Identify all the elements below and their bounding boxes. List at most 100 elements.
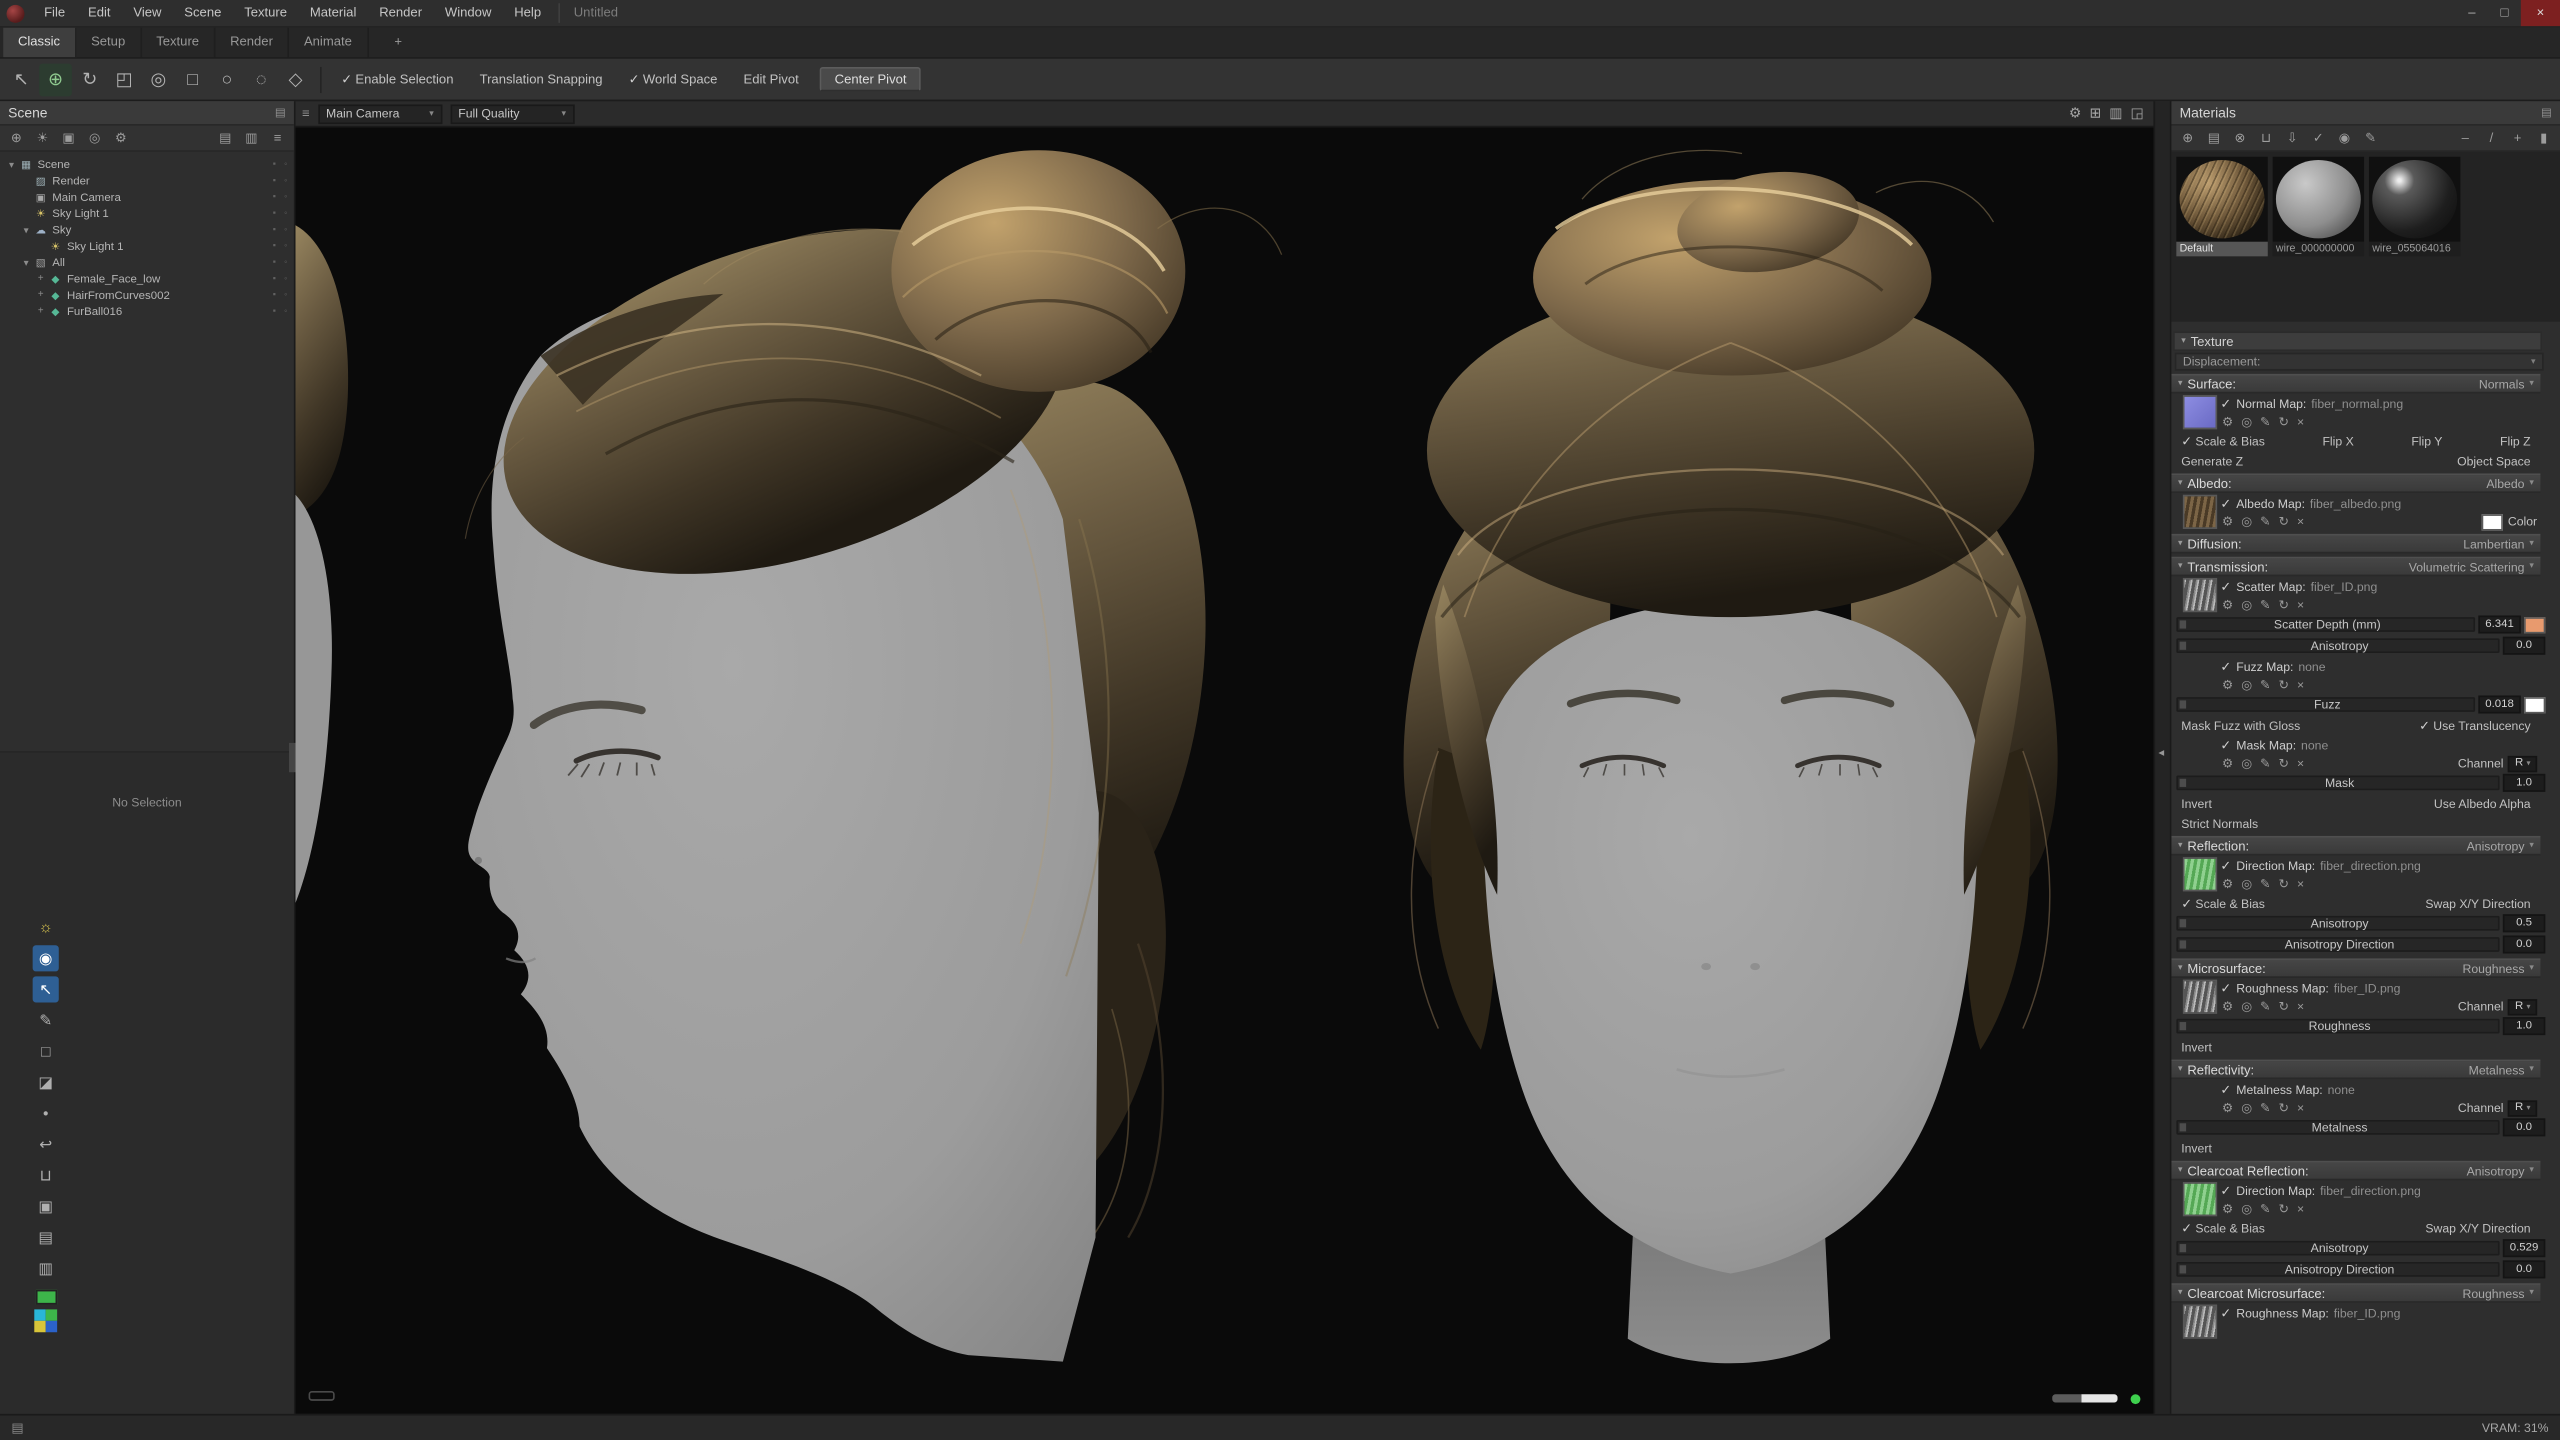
toggle-swap-x-y-direction[interactable]: Swap X/Y Direction bbox=[2425, 896, 2530, 911]
expander-icon[interactable]: + bbox=[34, 274, 47, 284]
section-reflectivity[interactable]: ▾Reflectivity:Metalness▾ bbox=[2171, 1060, 2540, 1080]
material-thumb-wire-055064016[interactable]: wire_055064016 bbox=[2369, 157, 2460, 257]
apply-icon[interactable]: ✓ bbox=[2307, 131, 2330, 146]
settings-icon[interactable]: ⚙ bbox=[2222, 1202, 2233, 1217]
visibility-icon[interactable]: ◦ bbox=[284, 160, 287, 170]
settings-icon[interactable]: ⚙ bbox=[2222, 756, 2233, 771]
delete-icon[interactable]: ⊔ bbox=[33, 1162, 59, 1188]
section-clearcoat-reflection[interactable]: ▾Clearcoat Reflection:Anisotropy▾ bbox=[2171, 1161, 2540, 1181]
map-filename[interactable]: fiber_ID.png bbox=[2334, 1305, 2401, 1320]
color-swatch[interactable] bbox=[2524, 616, 2545, 632]
reload-icon[interactable]: ↻ bbox=[2278, 877, 2288, 892]
mode-select[interactable]: Lambertian▾ bbox=[2463, 536, 2534, 551]
point-icon[interactable]: • bbox=[33, 1100, 59, 1126]
translate-tool-icon[interactable]: ⊕ bbox=[39, 63, 72, 96]
tree-item-main-camera[interactable]: ▣ Main Camera ▪◦ bbox=[0, 189, 294, 205]
new-folder-icon[interactable]: ▤ bbox=[2202, 131, 2225, 146]
slider-value[interactable]: 0.5 bbox=[2503, 914, 2545, 932]
mode-select[interactable]: Volumetric Scattering▾ bbox=[2409, 559, 2534, 574]
toggle-use-translucency[interactable]: ✓Use Translucency bbox=[2419, 718, 2531, 733]
marquee-ellipse-tool-icon[interactable]: ○ bbox=[211, 63, 244, 96]
minimize-button[interactable]: – bbox=[2456, 0, 2489, 26]
tab-texture[interactable]: Texture bbox=[142, 28, 216, 57]
visibility-icon[interactable]: ◦ bbox=[284, 291, 287, 301]
edit-icon[interactable]: ✎ bbox=[2260, 1202, 2270, 1217]
clear-icon[interactable]: × bbox=[2297, 514, 2304, 529]
tree-item-all[interactable]: ▾ ▧ All ▪◦ bbox=[0, 255, 294, 271]
center-pivot-button[interactable]: Center Pivot bbox=[820, 67, 921, 91]
tree-item-furball016[interactable]: + ◆ FurBall016 ▪◦ bbox=[0, 304, 294, 320]
locate-icon[interactable]: ◎ bbox=[2241, 877, 2252, 892]
clear-icon[interactable]: × bbox=[2297, 415, 2304, 430]
palette-color[interactable] bbox=[46, 1321, 57, 1332]
mode-select[interactable]: Normals▾ bbox=[2479, 376, 2534, 391]
slider-track[interactable]: Metalness bbox=[2176, 1117, 2503, 1138]
zoom-in-icon[interactable]: + bbox=[2506, 131, 2529, 146]
settings-icon[interactable]: ⚙ bbox=[2222, 678, 2233, 693]
edit-pivot-toggle[interactable]: Edit Pivot bbox=[732, 72, 810, 87]
toggle-object-space[interactable]: Object Space bbox=[2457, 453, 2531, 468]
lasso-tool-icon[interactable]: ◌ bbox=[245, 63, 278, 96]
paint-icon[interactable]: ✎ bbox=[2359, 131, 2382, 146]
settings-icon[interactable]: ⚙ bbox=[2222, 514, 2233, 529]
slider-value[interactable]: 0.0 bbox=[2503, 1260, 2545, 1278]
palette-color[interactable] bbox=[46, 1309, 57, 1320]
visibility-icon[interactable]: ◦ bbox=[284, 307, 287, 317]
visibility-icon[interactable]: ◦ bbox=[284, 176, 287, 186]
slider-value[interactable]: 0.018 bbox=[2478, 696, 2520, 714]
locate-icon[interactable]: ◎ bbox=[2241, 514, 2252, 529]
visibility-icon[interactable]: ◦ bbox=[284, 274, 287, 284]
render-settings-icon[interactable]: ⚙ bbox=[2069, 104, 2081, 122]
texture-thumbnail[interactable] bbox=[2183, 857, 2217, 891]
expander-icon[interactable]: + bbox=[34, 307, 47, 317]
edit-icon[interactable]: ✎ bbox=[2260, 415, 2270, 430]
toggle-invert[interactable]: Invert bbox=[2181, 1140, 2212, 1155]
section-clearcoat-microsurface[interactable]: ▾Clearcoat Microsurface:Roughness▾ bbox=[2171, 1283, 2540, 1303]
settings-icon[interactable]: ⚙ bbox=[109, 131, 132, 146]
expander-icon[interactable]: ▾ bbox=[20, 224, 33, 235]
locate-icon[interactable]: ◎ bbox=[2241, 1202, 2252, 1217]
mode-select[interactable]: Anisotropy▾ bbox=[2467, 1163, 2534, 1178]
menu-render[interactable]: Render bbox=[368, 0, 434, 26]
marquee-rect-tool-icon[interactable]: □ bbox=[176, 63, 209, 96]
clear-icon[interactable]: × bbox=[2297, 1100, 2304, 1115]
add-object-icon[interactable]: ⊕ bbox=[5, 131, 28, 146]
texture-thumbnail[interactable] bbox=[2183, 578, 2217, 612]
group-icon[interactable]: ▥ bbox=[240, 131, 263, 146]
toggle-scale-bias[interactable]: ✓Scale & Bias bbox=[2181, 433, 2265, 448]
tree-item-scene[interactable]: ▾ ▦ Scene ▪◦ bbox=[0, 157, 294, 173]
new-material-icon[interactable]: ⊕ bbox=[2176, 131, 2199, 146]
section-transmission[interactable]: ▾Transmission:Volumetric Scattering▾ bbox=[2171, 557, 2540, 577]
lock-icon[interactable]: ▪ bbox=[273, 193, 276, 203]
check-icon[interactable]: ✓ bbox=[2220, 1183, 2231, 1198]
lock-icon[interactable]: ▪ bbox=[273, 258, 276, 268]
map-filename[interactable]: fiber_direction.png bbox=[2320, 858, 2421, 873]
timeline-toggle[interactable] bbox=[309, 1391, 335, 1401]
light-icon[interactable]: ☼ bbox=[33, 914, 59, 940]
palette-color[interactable] bbox=[34, 1309, 45, 1320]
menu-material[interactable]: Material bbox=[298, 0, 367, 26]
section-microsurface[interactable]: ▾Microsurface:Roughness▾ bbox=[2171, 958, 2540, 978]
mode-select[interactable]: Roughness▾ bbox=[2463, 1286, 2534, 1301]
toggle-flip-x[interactable]: Flip X bbox=[2322, 433, 2353, 448]
tab-render[interactable]: Render bbox=[215, 28, 289, 57]
channel-select[interactable]: R▾ bbox=[2508, 755, 2537, 771]
visibility-icon[interactable]: ◦ bbox=[284, 209, 287, 219]
toggle-mask-fuzz-with-gloss[interactable]: Mask Fuzz with Gloss bbox=[2181, 718, 2300, 733]
channel-select[interactable]: R▾ bbox=[2508, 998, 2537, 1014]
settings-icon[interactable]: ⚙ bbox=[2222, 999, 2233, 1014]
expander-icon[interactable]: + bbox=[34, 291, 47, 301]
paint-brush-icon[interactable]: ✎ bbox=[33, 1007, 59, 1033]
tab-setup[interactable]: Setup bbox=[76, 28, 141, 57]
visibility-icon[interactable]: ◦ bbox=[284, 225, 287, 235]
slider-value[interactable]: 0.0 bbox=[2503, 936, 2545, 954]
reload-icon[interactable]: ↻ bbox=[2278, 678, 2288, 693]
render-view[interactable] bbox=[296, 127, 2154, 1414]
visibility-icon[interactable]: ◦ bbox=[284, 242, 287, 252]
map-filename[interactable]: none bbox=[2298, 659, 2325, 674]
add-view-icon[interactable]: ⊞ bbox=[2089, 104, 2101, 122]
tab-classic[interactable]: Classic bbox=[3, 28, 76, 57]
subroutine-displacement[interactable]: Displacement:▾ bbox=[2175, 353, 2544, 371]
menu-scene[interactable]: Scene bbox=[173, 0, 233, 26]
visibility-icon[interactable]: ◦ bbox=[284, 193, 287, 203]
